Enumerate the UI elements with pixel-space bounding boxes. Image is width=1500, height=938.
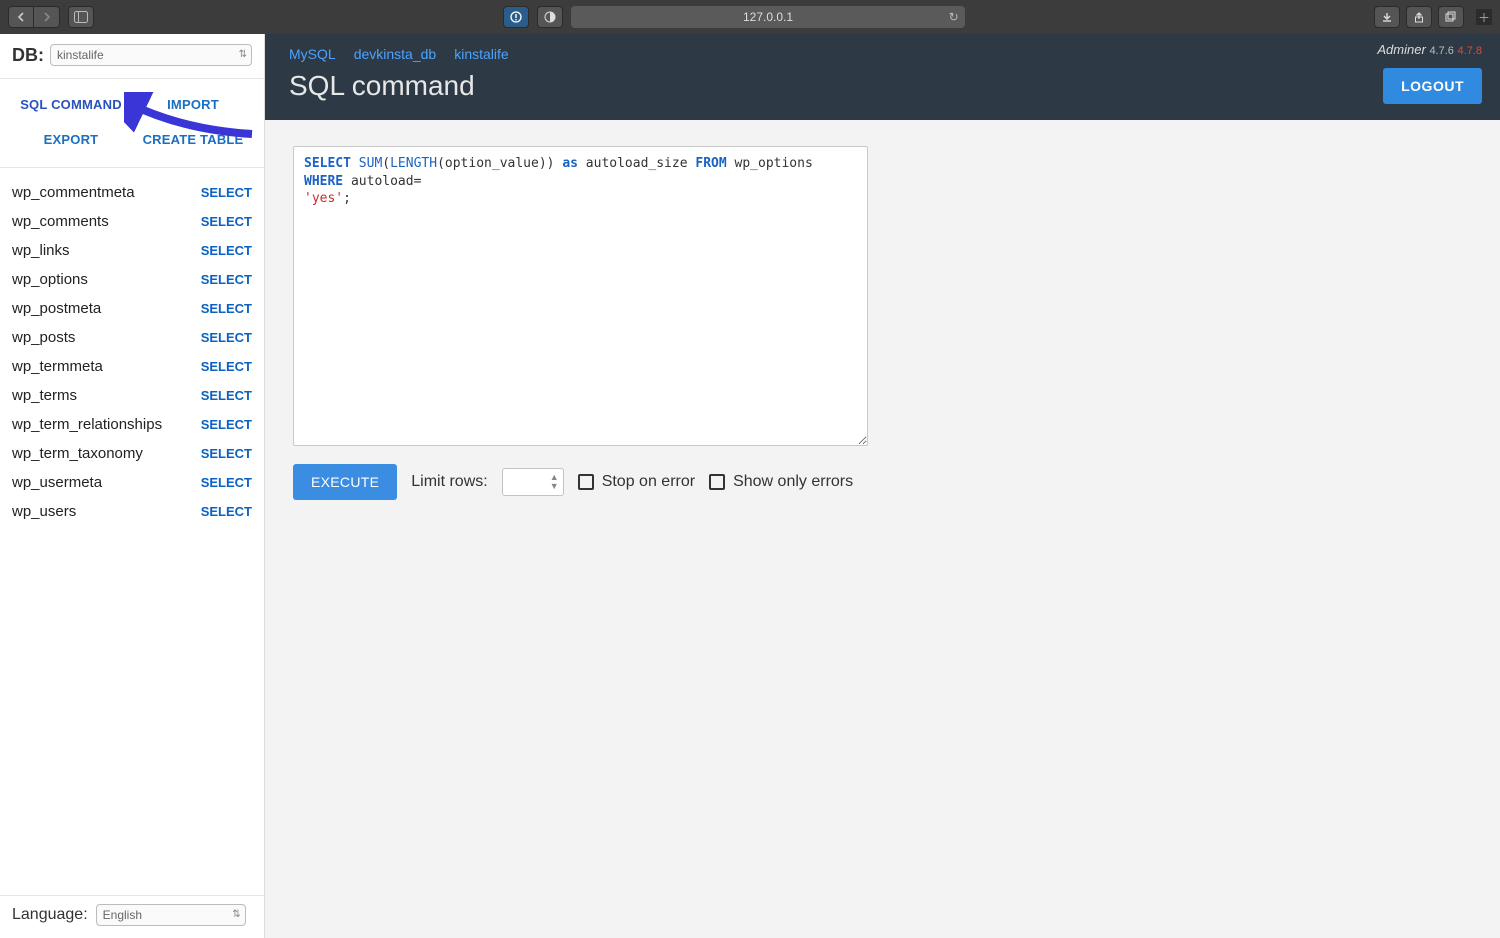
export-link[interactable]: EXPORT [10,132,132,147]
table-select-link[interactable]: SELECT [201,214,252,229]
table-select-link[interactable]: SELECT [201,330,252,345]
table-row: wp_termmeta SELECT [12,352,252,381]
db-picker: DB: kinstalife ⇅ [0,34,264,79]
table-select-link[interactable]: SELECT [201,359,252,374]
execute-button[interactable]: EXECUTE [293,464,397,500]
table-row: wp_links SELECT [12,236,252,265]
chevron-updown-icon: ⇅ [232,910,240,920]
tabs-icon[interactable] [1438,6,1464,28]
table-row: wp_postmeta SELECT [12,294,252,323]
import-link[interactable]: IMPORT [132,97,254,112]
language-select[interactable]: English ⇅ [96,904,246,926]
table-name[interactable]: wp_comments [12,213,109,230]
table-select-link[interactable]: SELECT [201,446,252,461]
chevron-updown-icon: ⇅ [239,50,247,60]
table-name[interactable]: wp_users [12,503,76,520]
reload-icon[interactable]: ↻ [949,10,959,24]
table-select-link[interactable]: SELECT [201,504,252,519]
brand-name: Adminer [1377,42,1425,57]
table-name[interactable]: wp_termmeta [12,358,103,375]
table-name[interactable]: wp_term_taxonomy [12,445,143,462]
table-name[interactable]: wp_term_relationships [12,416,162,433]
table-list: wp_commentmetaSELECTwp_commentsSELECTwp_… [0,168,264,895]
reader-icon[interactable] [537,6,563,28]
stop-on-error-label: Stop on error [602,473,695,491]
table-name[interactable]: wp_postmeta [12,300,101,317]
show-only-errors-label: Show only errors [733,473,853,491]
logout-button[interactable]: LOGOUT [1383,68,1482,104]
limit-rows-label: Limit rows: [411,473,487,491]
content: SELECT SUM(LENGTH(option_value)) as auto… [265,120,1500,526]
sql-command-link[interactable]: SQL COMMAND [10,97,132,112]
crumb-schema[interactable]: kinstalife [454,46,508,62]
table-row: wp_terms SELECT [12,381,252,410]
page-title: SQL command [289,70,1476,102]
table-name[interactable]: wp_commentmeta [12,184,135,201]
brand-version-new: 4.7.8 [1458,45,1482,57]
address-text: 127.0.0.1 [743,10,793,24]
controls-row: EXECUTE Limit rows: ▲▼ Stop on error Sho… [293,464,1472,500]
table-select-link[interactable]: SELECT [201,272,252,287]
header: Adminer 4.7.6 4.7.8 MySQL devkinsta_db k… [265,34,1500,120]
sql-textarea[interactable]: SELECT SUM(LENGTH(option_value)) as auto… [293,146,868,446]
brand: Adminer 4.7.6 4.7.8 [1377,42,1482,57]
table-row: wp_term_relationships SELECT [12,410,252,439]
db-selected: kinstalife [57,48,104,62]
address-bar[interactable]: 127.0.0.1 ↻ [571,6,964,28]
table-name[interactable]: wp_links [12,242,70,259]
table-row: wp_users SELECT [12,497,252,526]
browser-toolbar: 127.0.0.1 ↻ ＋ [0,0,1500,34]
shield-icon[interactable] [503,6,529,28]
nav-buttons [8,6,60,28]
table-row: wp_posts SELECT [12,323,252,352]
language-picker: Language: English ⇅ [0,895,264,938]
table-select-link[interactable]: SELECT [201,388,252,403]
brand-version: 4.7.6 [1429,45,1453,57]
crumb-db[interactable]: devkinsta_db [354,46,437,62]
db-select[interactable]: kinstalife ⇅ [50,44,252,66]
new-tab-button[interactable]: ＋ [1476,9,1492,25]
sidebar-toggle-button[interactable] [68,6,94,28]
table-select-link[interactable]: SELECT [201,185,252,200]
table-row: wp_usermeta SELECT [12,468,252,497]
language-label: Language: [12,906,88,924]
db-label: DB: [12,45,44,66]
share-icon[interactable] [1406,6,1432,28]
crumb-mysql[interactable]: MySQL [289,46,336,62]
table-row: wp_options SELECT [12,265,252,294]
breadcrumb: MySQL devkinsta_db kinstalife [289,46,1476,62]
stop-on-error-checkbox[interactable] [578,474,594,490]
table-row: wp_term_taxonomy SELECT [12,439,252,468]
table-name[interactable]: wp_options [12,271,88,288]
back-button[interactable] [8,6,34,28]
stepper-icon: ▲▼ [550,473,559,491]
sidebar-actions: SQL COMMAND IMPORT EXPORT CREATE TABLE [0,79,264,168]
limit-rows-input[interactable]: ▲▼ [502,468,564,496]
table-select-link[interactable]: SELECT [201,243,252,258]
forward-button[interactable] [34,6,60,28]
sidebar: DB: kinstalife ⇅ SQL COMMAND IMPORT EXPO… [0,34,265,938]
table-select-link[interactable]: SELECT [201,301,252,316]
table-name[interactable]: wp_usermeta [12,474,102,491]
table-name[interactable]: wp_posts [12,329,75,346]
language-selected: English [103,908,142,922]
create-table-link[interactable]: CREATE TABLE [132,132,254,147]
show-only-errors-checkbox[interactable] [709,474,725,490]
table-name[interactable]: wp_terms [12,387,77,404]
table-select-link[interactable]: SELECT [201,417,252,432]
table-select-link[interactable]: SELECT [201,475,252,490]
main: Adminer 4.7.6 4.7.8 MySQL devkinsta_db k… [265,34,1500,938]
table-row: wp_comments SELECT [12,207,252,236]
table-row: wp_commentmeta SELECT [12,178,252,207]
download-icon[interactable] [1374,6,1400,28]
